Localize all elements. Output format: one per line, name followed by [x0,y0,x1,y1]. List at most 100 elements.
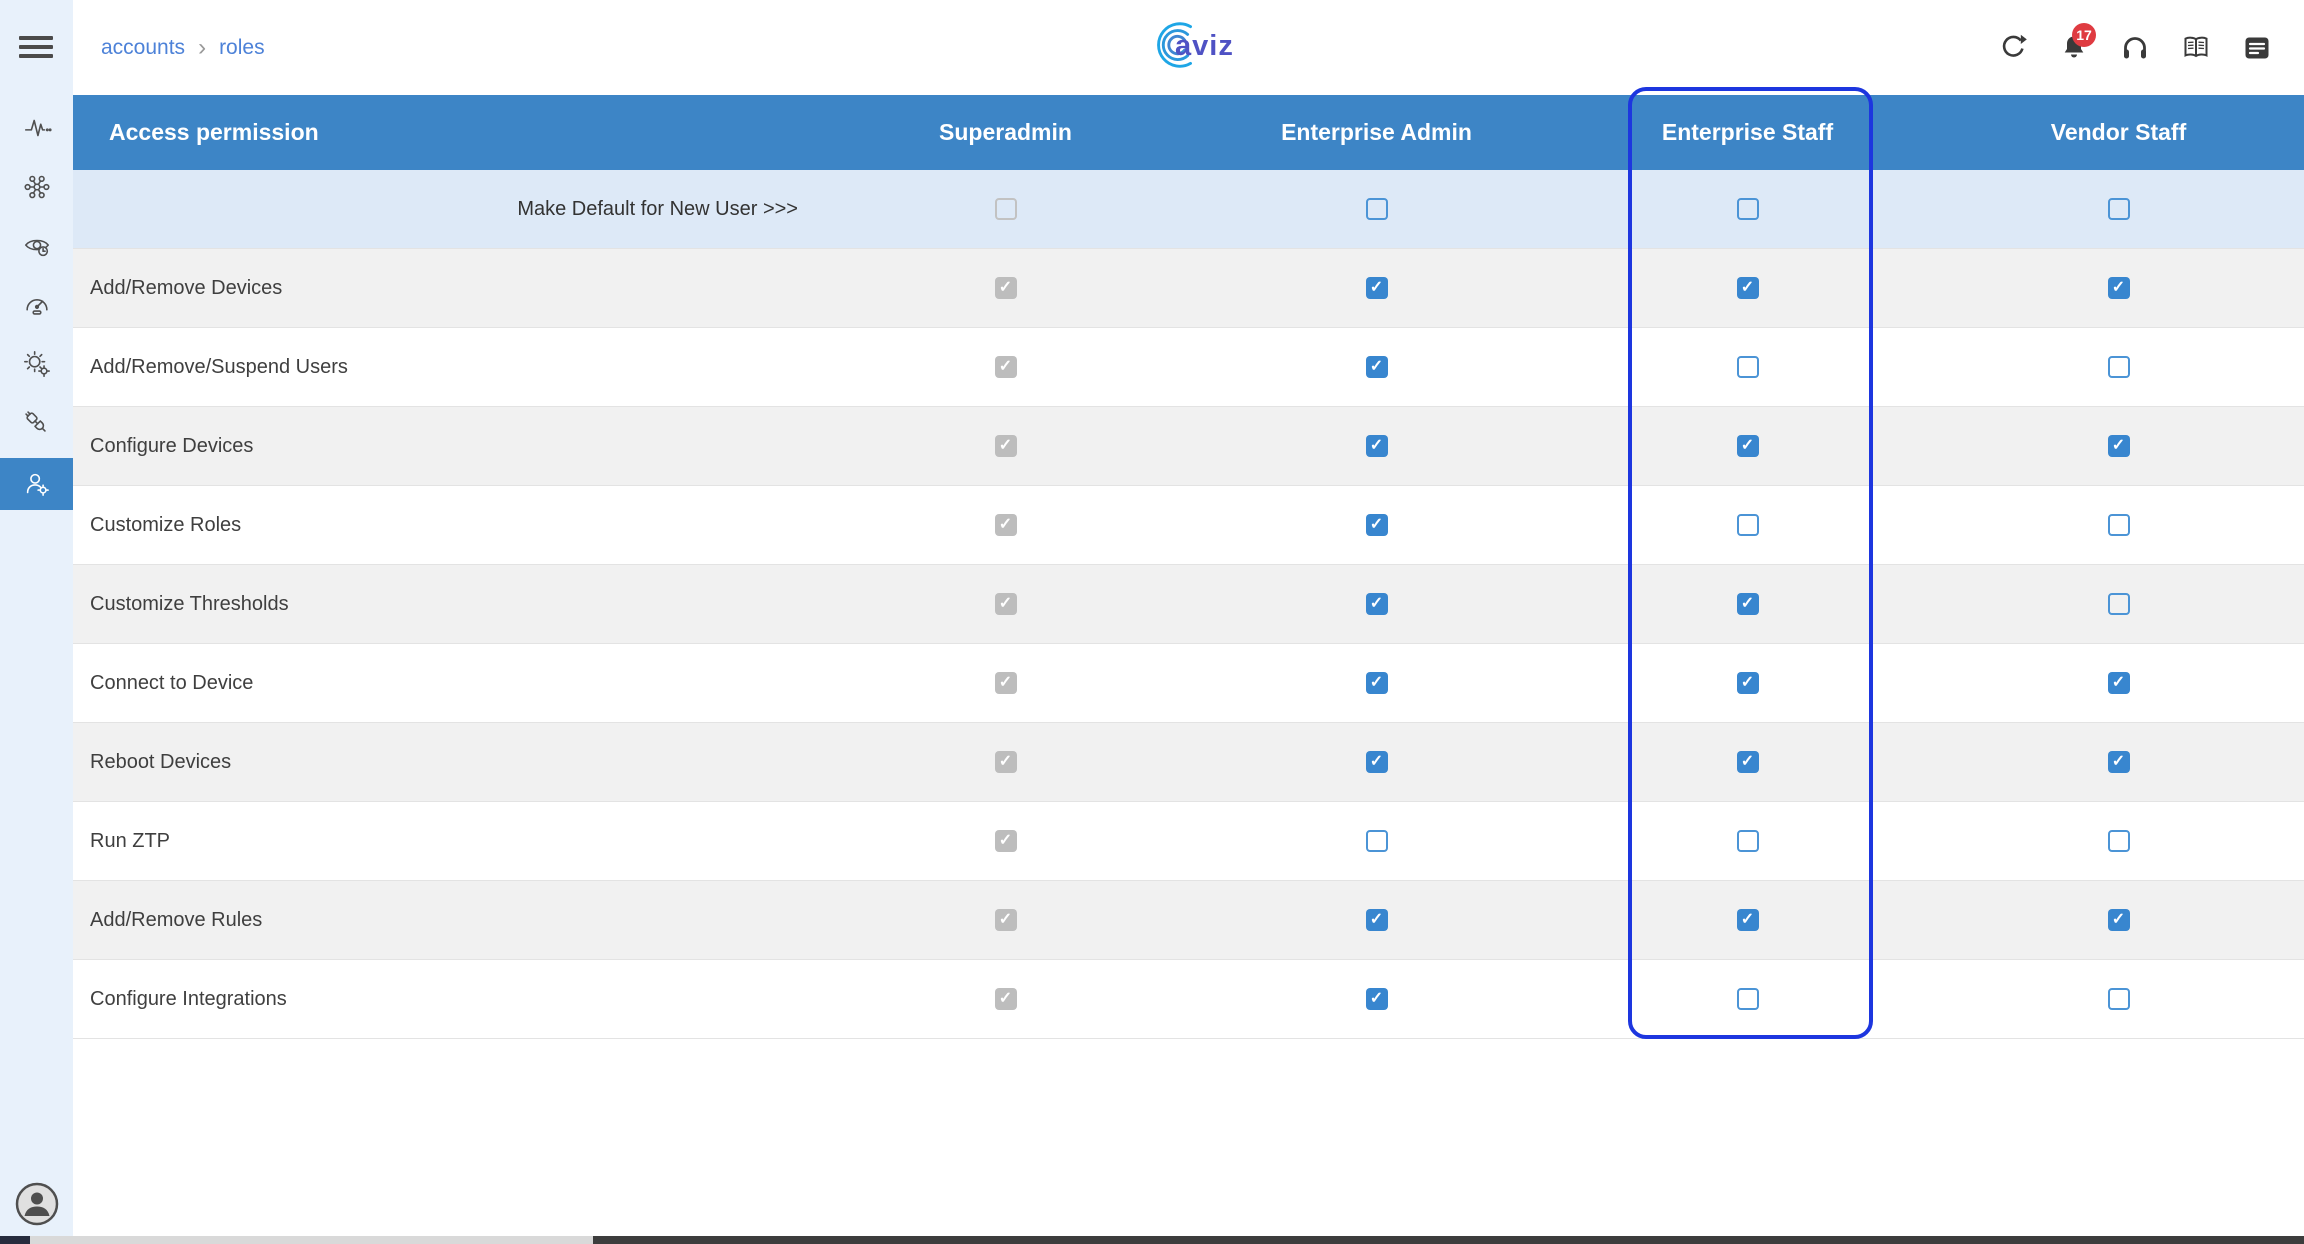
superadmin-checkbox [995,198,1017,220]
enterprise-staff-checkbox[interactable] [1737,830,1759,852]
vendor-staff-checkbox[interactable] [2108,198,2130,220]
sidebar [0,0,73,1244]
superadmin-checkbox [995,514,1017,536]
enterprise-admin-checkbox[interactable] [1366,988,1388,1010]
sidebar-item-accounts[interactable] [0,458,73,510]
user-roles-icon [22,469,52,499]
superadmin-checkbox [995,277,1017,299]
enterprise-admin-checkbox[interactable] [1366,435,1388,457]
column-header-enterprise-admin: Enterprise Admin [1191,119,1562,146]
topbar-actions: 17 [1998,0,2272,95]
table-row-make-default: Make Default for New User >>> [73,170,2304,249]
enterprise-staff-checkbox[interactable] [1737,356,1759,378]
gears-icon [22,349,52,379]
enterprise-admin-checkbox[interactable] [1366,198,1388,220]
enterprise-admin-checkbox[interactable] [1366,277,1388,299]
vendor-staff-checkbox[interactable] [2108,672,2130,694]
breadcrumb: accounts › roles [101,0,265,95]
enterprise-staff-checkbox[interactable] [1737,909,1759,931]
row-label: Configure Devices [73,435,820,458]
enterprise-admin-checkbox[interactable] [1366,356,1388,378]
superadmin-checkbox [995,435,1017,457]
open-book-icon [2181,33,2211,63]
bottom-bar-segment [30,1236,593,1244]
breadcrumb-accounts[interactable]: accounts [101,36,185,60]
breadcrumb-roles[interactable]: roles [219,36,265,60]
vendor-staff-checkbox[interactable] [2108,435,2130,457]
column-header-superadmin: Superadmin [820,119,1191,146]
changelog-button[interactable] [2242,33,2272,63]
sidebar-item-integrations[interactable] [0,399,73,447]
refresh-icon [1998,33,2028,63]
sidebar-item-observe[interactable] [0,222,73,270]
superadmin-checkbox [995,988,1017,1010]
superadmin-checkbox [995,672,1017,694]
row-label: Add/Remove Rules [73,909,820,932]
table-row: Add/Remove/Suspend Users [73,328,2304,407]
enterprise-admin-checkbox[interactable] [1366,593,1388,615]
table-row: Run ZTP [73,802,2304,881]
row-label: Reboot Devices [73,751,820,774]
table-row: Reboot Devices [73,723,2304,802]
superadmin-checkbox [995,751,1017,773]
refresh-button[interactable] [1998,33,2028,63]
enterprise-admin-checkbox[interactable] [1366,672,1388,694]
table-row: Customize Thresholds [73,565,2304,644]
superadmin-checkbox [995,593,1017,615]
enterprise-admin-checkbox[interactable] [1366,909,1388,931]
row-label: Run ZTP [73,830,820,853]
column-header-access-permission: Access permission [73,119,820,146]
network-icon [22,172,52,202]
sidebar-item-health[interactable] [0,104,73,152]
table-header-row: Access permission Superadmin Enterprise … [73,95,2304,170]
bottom-edge-bar [0,1236,2304,1244]
enterprise-admin-checkbox[interactable] [1366,830,1388,852]
enterprise-staff-checkbox[interactable] [1737,593,1759,615]
row-label: Customize Thresholds [73,593,820,616]
aviz-logo: aviz [1148,13,1298,81]
enterprise-staff-checkbox[interactable] [1737,198,1759,220]
docs-button[interactable] [2181,33,2211,63]
menu-button[interactable] [19,36,53,60]
enterprise-staff-checkbox[interactable] [1737,514,1759,536]
column-header-vendor-staff: Vendor Staff [1933,119,2304,146]
enterprise-staff-checkbox[interactable] [1737,672,1759,694]
enterprise-staff-checkbox[interactable] [1737,751,1759,773]
vendor-staff-checkbox[interactable] [2108,356,2130,378]
table-row: Configure Integrations [73,960,2304,1039]
roles-permission-table: Access permission Superadmin Enterprise … [73,95,2304,1039]
enterprise-admin-checkbox[interactable] [1366,751,1388,773]
sidebar-item-topology[interactable] [0,163,73,211]
sidebar-nav [0,104,73,510]
vendor-staff-checkbox[interactable] [2108,751,2130,773]
chevron-right-icon: › [198,36,206,60]
user-avatar-button[interactable] [14,1181,60,1227]
table-row: Add/Remove Devices [73,249,2304,328]
row-label: Connect to Device [73,672,820,695]
table-row: Configure Devices [73,407,2304,486]
vendor-staff-checkbox[interactable] [2108,909,2130,931]
vendor-staff-checkbox[interactable] [2108,514,2130,536]
enterprise-staff-checkbox[interactable] [1737,277,1759,299]
vendor-staff-checkbox[interactable] [2108,988,2130,1010]
article-icon [2242,33,2272,63]
sidebar-item-performance[interactable] [0,281,73,329]
app-window: accounts › roles aviz [0,0,2304,1244]
notifications-button[interactable]: 17 [2059,33,2089,63]
plug-icon [22,408,52,438]
support-button[interactable] [2120,33,2150,63]
sidebar-item-settings[interactable] [0,340,73,388]
enterprise-staff-checkbox[interactable] [1737,435,1759,457]
vendor-staff-checkbox[interactable] [2108,830,2130,852]
bottom-bar-segment [593,1236,2304,1244]
vendor-staff-checkbox[interactable] [2108,593,2130,615]
enterprise-admin-checkbox[interactable] [1366,514,1388,536]
enterprise-staff-checkbox[interactable] [1737,988,1759,1010]
row-label: Configure Integrations [73,988,820,1011]
vendor-staff-checkbox[interactable] [2108,277,2130,299]
table-row: Customize Roles [73,486,2304,565]
profile-icon [14,1181,60,1227]
headphones-icon [2120,33,2150,63]
row-label: Add/Remove Devices [73,277,820,300]
bottom-bar-segment [0,1236,30,1244]
